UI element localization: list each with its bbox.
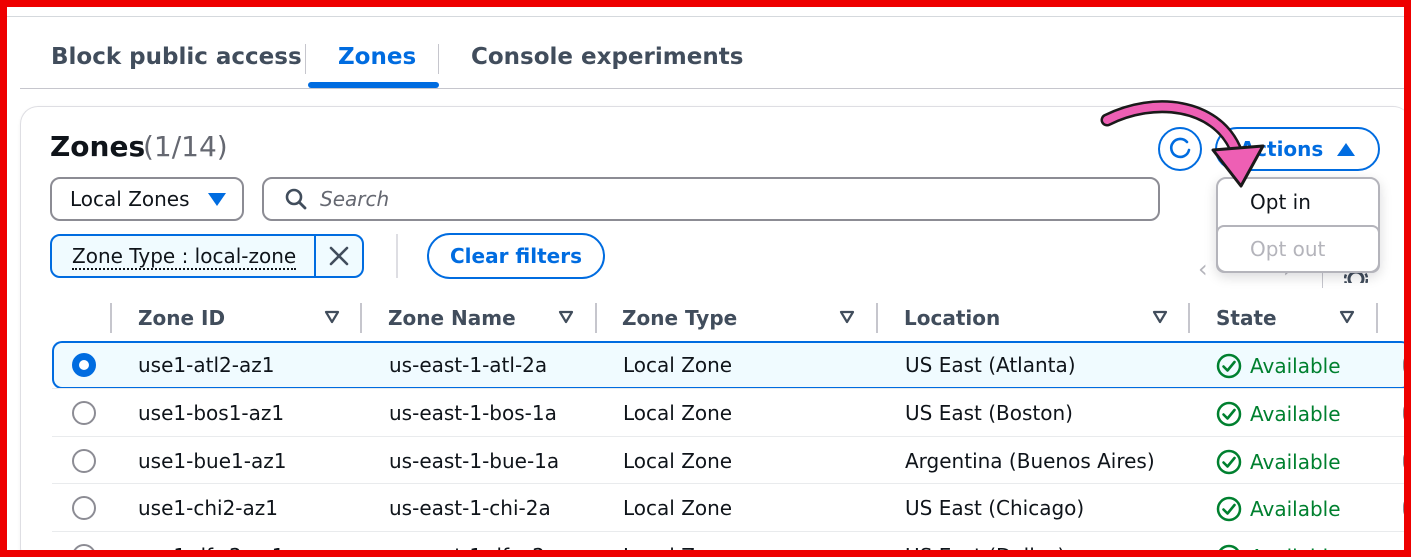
tab-separator [305,44,306,74]
top-divider [0,16,1411,17]
row-select-radio[interactable] [72,401,96,425]
tab-console-experiments[interactable]: Console experiments [471,36,743,88]
cell-zone-type: Local Zone [623,544,733,557]
status-available-icon [1216,544,1242,557]
column-header-state[interactable]: State [1216,296,1277,340]
actions-button[interactable]: Actions [1215,127,1380,171]
tab-bar: Block public access Zones Console experi… [20,36,1411,88]
refresh-button[interactable] [1158,127,1202,171]
cell-zone-type: Local Zone [623,449,733,473]
status-text: Available [1250,402,1341,426]
tabs-divider [20,88,1411,89]
menu-item-opt-out[interactable]: Opt out [1216,225,1380,273]
status-available-icon [1216,401,1242,427]
zone-type-select-value: Local Zones [70,187,190,211]
cell-zone-id: use1-chi2-az1 [138,496,278,520]
caret-down-icon [207,192,226,206]
search-icon [285,188,307,210]
status-badge: Available [1216,449,1341,475]
column-header-zone-type[interactable]: Zone Type [622,296,737,340]
menu-item-opt-in[interactable]: Opt in [1218,179,1378,225]
actions-menu: Opt in Opt out [1216,177,1380,273]
column-header-zone-name[interactable]: Zone Name [388,296,516,340]
status-badge: Available [1216,353,1341,379]
status-text: Available [1250,545,1341,557]
cell-location: US East (Chicago) [905,496,1085,520]
status-available-icon [1216,353,1242,379]
status-badge: Available [1216,496,1341,522]
cell-location: Argentina (Buenos Aires) [905,449,1155,473]
remove-filter-button[interactable] [314,236,362,276]
cell-zone-name: us-east-1-dfw-2a [389,544,558,557]
clear-filters-button[interactable]: Clear filters [427,233,605,279]
status-text: Available [1250,497,1341,521]
page-title: Zones [50,130,146,163]
close-icon [329,246,349,266]
cell-location: US East (Boston) [905,401,1073,425]
filter-separator [396,234,398,278]
refresh-icon [1169,137,1191,159]
cell-location: US East (Atlanta) [905,353,1076,377]
tab-separator [438,44,439,74]
actions-label: Actions [1239,137,1324,161]
previous-page-icon[interactable]: ‹ [1198,255,1208,283]
column-separator [110,303,112,333]
row-divider [52,483,1411,484]
cell-zone-type: Local Zone [623,353,733,377]
filter-token-label[interactable]: Zone Type : local-zone [52,244,314,270]
search-field[interactable] [262,177,1160,221]
column-header-location[interactable]: Location [904,296,1000,340]
cell-zone-id: use1-dfw2-az1 [138,544,285,557]
column-separator [360,303,362,333]
status-available-icon [1216,449,1242,475]
status-text: Available [1250,450,1341,474]
column-separator [876,303,878,333]
cell-zone-type: Local Zone [623,401,733,425]
search-input[interactable] [320,187,1120,211]
tab-block-public-access[interactable]: Block public access [51,36,302,88]
sort-icon[interactable] [839,309,855,325]
filter-token-value: local-zone [194,244,297,268]
selection-count: (1/14) [143,130,228,163]
row-divider [52,388,1411,389]
cell-zone-name: us-east-1-bos-1a [389,401,557,425]
tab-zones[interactable]: Zones [338,36,416,88]
cell-zone-name: us-east-1-bue-1a [389,449,560,473]
column-header-zone-id[interactable]: Zone ID [138,296,225,340]
cell-zone-name: us-east-1-chi-2a [389,496,551,520]
filter-token: Zone Type : local-zone [50,234,364,278]
zone-type-select[interactable]: Local Zones [50,177,244,221]
cell-zone-id: use1-bos1-az1 [138,401,285,425]
sort-icon[interactable] [1339,309,1355,325]
cell-zone-id: use1-bue1-az1 [138,449,287,473]
status-available-icon [1216,496,1242,522]
row-divider [52,531,1411,532]
sort-icon[interactable] [1152,309,1168,325]
sort-icon[interactable] [324,309,340,325]
column-separator [1188,303,1190,333]
row-select-radio[interactable] [72,496,96,520]
filter-token-key: Zone Type [72,244,176,268]
row-select-radio[interactable] [72,353,96,377]
row-divider [52,436,1411,437]
status-text: Available [1250,354,1341,378]
caret-up-icon [1337,142,1356,156]
row-select-radio[interactable] [72,449,96,473]
cell-zone-type: Local Zone [623,496,733,520]
cell-location: US East (Dallas) [905,544,1066,557]
cell-zone-id: use1-atl2-az1 [138,353,275,377]
column-separator [1376,303,1378,333]
sort-icon[interactable] [558,309,574,325]
status-badge: Available [1216,401,1341,427]
column-separator [595,303,597,333]
status-badge: Available [1216,544,1341,557]
cell-zone-name: us-east-1-atl-2a [389,353,548,377]
